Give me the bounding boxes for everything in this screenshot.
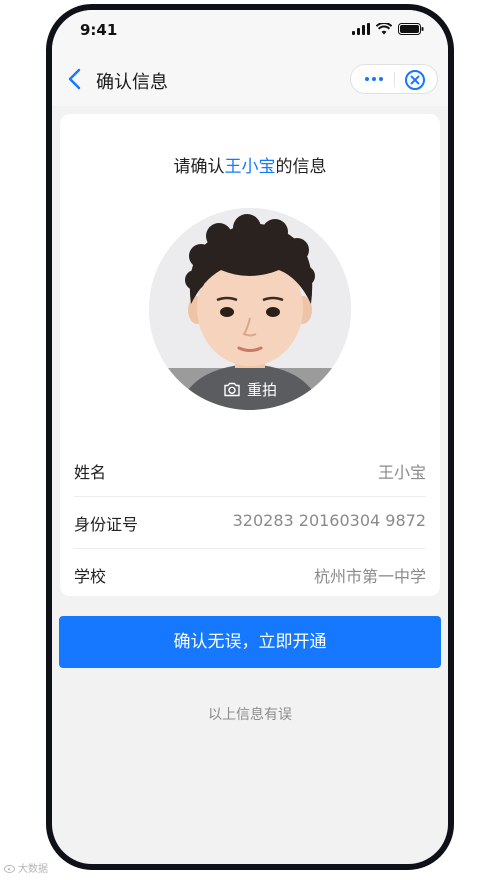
status-icons xyxy=(352,23,424,35)
capsule-divider xyxy=(394,72,395,87)
status-bar: 9:41 xyxy=(52,10,448,50)
back-chevron-icon xyxy=(68,68,81,90)
field-label-name: 姓名 xyxy=(74,463,107,482)
field-value-name: 王小宝 xyxy=(377,463,426,482)
close-circle-icon xyxy=(405,70,425,90)
back-button[interactable] xyxy=(66,68,86,90)
confirm-heading: 请确认王小宝的信息 xyxy=(60,152,440,177)
phone-frame: 9:41 确认信息 请确认王小宝的信息 重拍 姓名 王小宝 身份证号 32028… xyxy=(46,4,454,870)
retake-button[interactable]: 重拍 xyxy=(149,368,351,410)
heading-name: 王小宝 xyxy=(224,157,276,177)
field-label-id-number: 身份证号 xyxy=(74,515,139,534)
heading-prefix: 请确认 xyxy=(173,157,225,177)
avatar-photo: 重拍 xyxy=(149,208,351,410)
close-button[interactable] xyxy=(403,68,427,92)
field-label-school: 学校 xyxy=(74,567,107,586)
camera-icon xyxy=(224,382,240,396)
nav-bar: 确认信息 xyxy=(52,50,448,106)
confirm-button[interactable]: 确认无误，立即开通 xyxy=(59,616,441,668)
signal-icon xyxy=(352,23,370,35)
heading-suffix: 的信息 xyxy=(275,157,327,177)
field-value-school: 杭州市第一中学 xyxy=(313,567,426,586)
watermark: 大数据 xyxy=(4,860,48,875)
field-value-id-number: 320283 20160304 9872 xyxy=(232,511,426,530)
field-row-id-number: 身份证号 320283 20160304 9872 xyxy=(74,496,426,549)
info-card: 请确认王小宝的信息 重拍 姓名 王小宝 身份证号 320283 20160304… xyxy=(60,114,440,596)
status-time: 9:41 xyxy=(80,21,118,39)
weibo-icon xyxy=(4,864,15,873)
info-error-link[interactable]: 以上信息有误 xyxy=(52,704,448,724)
retake-label: 重拍 xyxy=(246,380,277,399)
more-dots-icon xyxy=(365,77,383,81)
more-button[interactable] xyxy=(359,67,389,91)
mini-program-capsule xyxy=(350,64,438,94)
page-title: 确认信息 xyxy=(96,72,168,93)
field-row-name: 姓名 王小宝 xyxy=(74,444,426,497)
watermark-text: 大数据 xyxy=(18,864,48,875)
field-row-school: 学校 杭州市第一中学 xyxy=(74,548,426,600)
wifi-icon xyxy=(376,23,392,35)
battery-icon xyxy=(398,23,424,35)
